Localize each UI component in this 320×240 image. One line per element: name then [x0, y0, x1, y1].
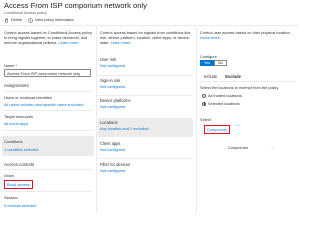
- assignments-heading: Assignments: [4, 83, 29, 88]
- column-divider-left: [96, 27, 97, 213]
- divider: [4, 191, 92, 192]
- configure-label: Configure: [200, 54, 217, 59]
- conditions-learn-more-link[interactable]: Learn more: [111, 40, 131, 45]
- locations-value[interactable]: Any location and 1 excluded: [100, 126, 191, 131]
- divider: [98, 158, 193, 159]
- user-risk-item[interactable]: User risk Not configured: [98, 56, 193, 74]
- info-icon: [28, 17, 33, 23]
- client-apps-value[interactable]: Not configured: [100, 147, 191, 152]
- filter-devices-item[interactable]: Filter for devices Not configured: [98, 161, 193, 179]
- header-divider: [0, 25, 299, 26]
- radio-button[interactable]: [202, 93, 206, 98]
- sign-in-risk-item[interactable]: Sign-in risk Not configured: [98, 77, 193, 95]
- column-divider-right: [196, 27, 197, 213]
- view-policy-info-label: View policy information: [34, 18, 74, 22]
- radio-selected-locations[interactable]: Selected locations: [202, 101, 240, 106]
- conditions-description: Control access based on signals from con…: [100, 30, 191, 45]
- user-risk-label: User risk: [100, 57, 117, 62]
- radio-selected-label: Selected locations: [208, 101, 240, 106]
- session-label: Session: [4, 195, 18, 200]
- radio-all-trusted[interactable]: All trusted locations: [202, 93, 242, 98]
- device-platforms-label: Device platforms: [100, 98, 131, 103]
- radio-all-trusted-label: All trusted locations: [208, 93, 242, 98]
- filter-devices-value[interactable]: Not configured: [100, 168, 191, 173]
- client-apps-label: Client apps: [100, 141, 121, 146]
- locations-learn-more-link[interactable]: Learn more: [200, 35, 220, 40]
- toggle-no[interactable]: No: [214, 60, 227, 66]
- client-apps-item[interactable]: Client apps Not configured: [98, 140, 193, 158]
- page-title: Access From ISP comporium network only: [4, 1, 147, 10]
- policy-description: Control access based on Conditional Acce…: [4, 30, 92, 45]
- delete-button[interactable]: Delete: [4, 18, 22, 23]
- selected-location-item: Comporium: [228, 145, 249, 150]
- sign-in-risk-label: Sign-in risk: [100, 78, 121, 83]
- locations-label: Locations: [100, 120, 118, 125]
- select-locations-link[interactable]: Comporium: [204, 125, 231, 134]
- policy-name-input[interactable]: Access From ISP comporium network only: [4, 69, 91, 77]
- user-risk-value[interactable]: Not configured: [100, 63, 191, 68]
- tabs-divider: [200, 81, 296, 82]
- users-label: Users or workload identities: [4, 95, 52, 100]
- grant-label: Grant: [4, 173, 14, 178]
- sign-in-risk-value[interactable]: Not configured: [100, 84, 191, 89]
- delete-icon: [5, 18, 8, 23]
- divider: [4, 169, 92, 170]
- session-value-link[interactable]: 0 controls selected: [4, 203, 36, 208]
- users-value-link[interactable]: All users included and specific users ex…: [4, 102, 94, 107]
- page-subtitle: Conditional Access policy: [4, 11, 47, 15]
- target-resources-link[interactable]: All cloud apps: [4, 121, 28, 126]
- divider: [4, 91, 92, 92]
- conditions-label: Conditions: [4, 139, 23, 144]
- conditions-row[interactable]: Conditions 1 condition selected: [2, 136, 94, 156]
- grant-value-link[interactable]: Block access: [4, 180, 33, 189]
- delete-button-label: Delete: [11, 18, 22, 22]
- select-label: Select: [200, 117, 211, 122]
- learn-more-link[interactable]: Learn more: [59, 40, 79, 45]
- divider: [98, 95, 193, 96]
- radio-button[interactable]: [202, 101, 206, 106]
- locations-description: Control user access based on their physi…: [200, 30, 291, 40]
- device-platforms-value[interactable]: Not configured: [100, 104, 191, 109]
- locations-item[interactable]: Locations Any location and 1 excluded: [98, 118, 193, 137]
- divider: [98, 75, 193, 76]
- toolbar: Delete View policy information: [4, 17, 74, 23]
- device-platforms-item[interactable]: Device platforms Not configured: [98, 97, 193, 115]
- target-resources-label: Target resources: [4, 114, 33, 119]
- access-controls-heading: Access controls: [4, 162, 35, 167]
- view-policy-info-button[interactable]: View policy information: [28, 17, 74, 23]
- select-locations-prompt: Select the locations to exempt from the …: [200, 85, 279, 90]
- divider: [4, 110, 92, 111]
- name-label: Name *: [4, 63, 17, 68]
- divider: [4, 130, 92, 131]
- conditions-value-link[interactable]: 1 condition selected: [4, 147, 38, 152]
- toggle-yes[interactable]: Yes: [200, 60, 215, 66]
- filter-devices-label: Filter for devices: [100, 162, 131, 167]
- more-options-icon[interactable]: ...: [270, 144, 275, 149]
- configure-toggle[interactable]: Yes No: [200, 60, 227, 66]
